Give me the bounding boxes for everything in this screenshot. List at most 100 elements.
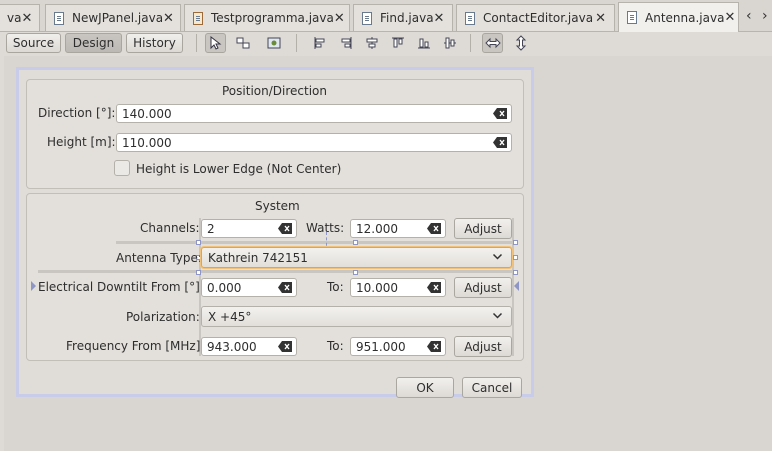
tab-antenna[interactable]: Antenna.java ✕	[618, 2, 739, 32]
lower-edge-checkbox[interactable]	[114, 160, 130, 176]
preview-design-icon[interactable]	[263, 33, 284, 53]
source-button[interactable]: Source	[6, 33, 61, 53]
tab-label: Testprogramma.java	[211, 11, 334, 25]
clear-icon[interactable]	[278, 282, 292, 293]
java-file-icon	[627, 11, 637, 24]
adjust-frequency-button[interactable]: Adjust	[454, 336, 512, 357]
chevron-down-icon	[492, 312, 503, 319]
frequency-from-field[interactable]: 943.000	[201, 337, 297, 356]
downtilt-to-value: 10.000	[356, 280, 398, 295]
toolbar-separator	[296, 34, 297, 52]
close-icon[interactable]: ✕	[334, 11, 345, 26]
adjust-watts-button[interactable]: Adjust	[454, 218, 512, 239]
tab-contacteditor[interactable]: ContactEditor.java ✕	[456, 4, 615, 31]
panel-title: Position/Direction	[222, 84, 327, 98]
downtilt-from-value: 0.000	[207, 280, 242, 295]
antenna-type-label: Antenna Type:	[116, 251, 202, 265]
scroll-tabs-right-icon[interactable]: ›	[762, 8, 768, 24]
adjust-downtilt-button[interactable]: Adjust	[454, 277, 512, 298]
frequency-to-field[interactable]: 951.000	[350, 337, 446, 356]
close-icon[interactable]: ✕	[163, 11, 174, 26]
resize-horizontal-icon[interactable]	[482, 33, 503, 53]
resize-handle[interactable]	[353, 240, 358, 245]
frequency-to-value: 951.000	[356, 339, 406, 354]
resize-handle[interactable]	[513, 270, 518, 275]
design-button[interactable]: Design	[65, 33, 122, 53]
resize-handle[interactable]	[196, 270, 201, 275]
clear-icon[interactable]	[493, 137, 507, 148]
toolbar-separator	[470, 34, 471, 52]
clear-icon[interactable]	[493, 108, 507, 119]
channels-field[interactable]: 2	[201, 219, 297, 238]
frequency-to-label: To:	[327, 339, 344, 353]
direction-value: 140.000	[122, 106, 172, 121]
toolbar-separator	[196, 34, 197, 52]
tab-label: va	[7, 11, 22, 25]
java-file-icon	[54, 11, 64, 25]
polarization-value: X +45°	[208, 309, 252, 324]
ok-button[interactable]: OK	[396, 377, 454, 398]
scroll-tabs-left-icon[interactable]: ‹	[746, 8, 752, 24]
anchor-right-icon	[514, 281, 519, 291]
tab-label: Antenna.java	[645, 10, 725, 25]
polarization-label: Polarization:	[126, 310, 200, 324]
polarization-select[interactable]: X +45°	[201, 306, 512, 327]
downtilt-label: Electrical Downtilt From [°]:	[38, 280, 204, 294]
antenna-type-value: Kathrein 742151	[208, 250, 308, 265]
tab-label: NewJPanel.java	[72, 11, 164, 25]
direction-label: Direction [°]:	[38, 106, 116, 120]
resize-handle[interactable]	[196, 240, 201, 245]
downtilt-from-field[interactable]: 0.000	[201, 278, 297, 297]
tab-partial[interactable]: va ✕	[0, 4, 40, 31]
height-field[interactable]: 110.000	[116, 133, 512, 152]
tab-newjpanel[interactable]: NewJPanel.java ✕	[45, 4, 181, 31]
clear-icon[interactable]	[278, 223, 292, 234]
center-horizontally-icon[interactable]	[361, 33, 382, 53]
connection-mode-icon[interactable]	[232, 33, 253, 53]
panel-title: System	[255, 199, 300, 213]
frequency-label: Frequency From [MHz]:	[66, 339, 205, 353]
layout-guide	[38, 270, 516, 273]
close-icon[interactable]: ✕	[21, 11, 32, 26]
resize-handle[interactable]	[513, 255, 518, 260]
clear-icon[interactable]	[427, 341, 441, 352]
align-left-icon[interactable]	[309, 33, 330, 53]
antenna-type-select[interactable]: Kathrein 742151	[201, 247, 512, 268]
align-bottom-icon[interactable]	[413, 33, 434, 53]
tab-label: Find.java	[380, 11, 434, 25]
clear-icon[interactable]	[427, 223, 441, 234]
java-file-icon	[465, 11, 475, 25]
center-vertically-icon[interactable]	[439, 33, 460, 53]
close-icon[interactable]: ✕	[595, 11, 606, 26]
anchor-left-icon	[31, 281, 36, 291]
tab-label: ContactEditor.java	[483, 11, 594, 25]
resize-vertical-icon[interactable]	[510, 33, 531, 53]
history-button[interactable]: History	[126, 33, 183, 53]
close-icon[interactable]: ✕	[724, 10, 735, 25]
tab-testprogramma[interactable]: Testprogramma.java ✕	[184, 4, 350, 31]
channels-value: 2	[207, 221, 215, 236]
cancel-button[interactable]: Cancel	[462, 377, 522, 398]
direction-field[interactable]: 140.000	[116, 104, 512, 123]
downtilt-to-field[interactable]: 10.000	[350, 278, 446, 297]
downtilt-to-label: To:	[327, 280, 344, 294]
selection-mode-icon[interactable]	[205, 33, 226, 53]
clear-icon[interactable]	[427, 282, 441, 293]
watts-label: Watts:	[306, 221, 345, 235]
watts-field[interactable]: 12.000	[350, 219, 446, 238]
close-icon[interactable]: ✕	[434, 11, 445, 26]
height-value: 110.000	[122, 135, 172, 150]
channels-label: Channels:	[140, 221, 200, 235]
java-file-icon	[362, 11, 372, 25]
layout-guide	[116, 241, 516, 244]
align-top-icon[interactable]	[387, 33, 408, 53]
chevron-down-icon	[492, 253, 503, 260]
resize-handle[interactable]	[513, 240, 518, 245]
lower-edge-label: Height is Lower Edge (Not Center)	[136, 162, 342, 176]
frequency-from-value: 943.000	[207, 339, 257, 354]
resize-handle[interactable]	[353, 270, 358, 275]
form-file-icon	[193, 11, 203, 25]
clear-icon[interactable]	[278, 341, 292, 352]
tab-find[interactable]: Find.java ✕	[353, 4, 453, 31]
align-right-icon[interactable]	[335, 33, 356, 53]
